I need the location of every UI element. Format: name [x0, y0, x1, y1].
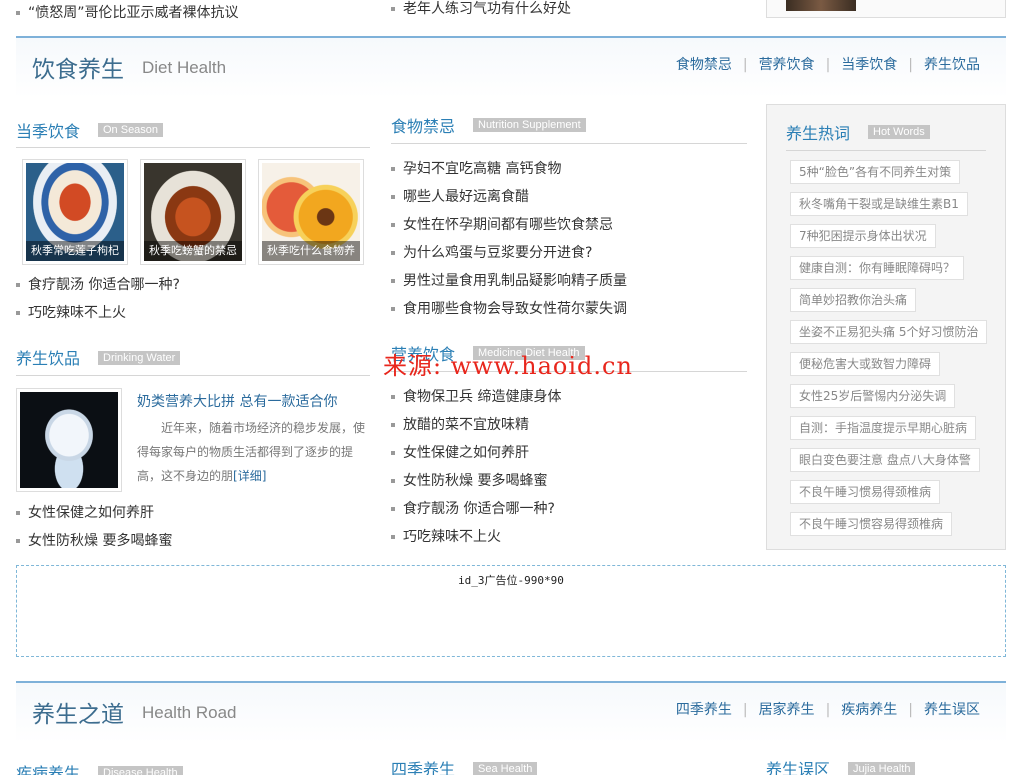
more-link[interactable]: [详细] — [233, 469, 266, 483]
list-item[interactable]: 食疗靓汤 你适合哪一种? — [391, 498, 555, 518]
milk-glass-image — [20, 392, 118, 488]
bullet-icon — [16, 511, 20, 515]
hot-word-chip[interactable]: 坐姿不正易犯头痛 5个好习惯防治 — [790, 320, 988, 344]
top-thumbnail-image[interactable] — [786, 0, 856, 11]
list-item[interactable]: 为什么鸡蛋与豆浆要分开进食? — [391, 242, 592, 262]
source-watermark: 来源: www.haoid.cn — [383, 352, 633, 380]
bullet-icon — [391, 279, 395, 283]
hot-word-chip[interactable]: 女性25岁后警惕内分泌失调 — [790, 384, 956, 408]
list-item[interactable]: 女性保健之如何养肝 — [16, 502, 154, 522]
hot-word-chip[interactable]: 不良午睡习惯易得颈椎病 — [790, 480, 941, 504]
myths-tag: Jujia Health — [848, 762, 916, 775]
season-thumb[interactable]: 秋季常吃莲子枸杞 — [22, 159, 128, 265]
bullet-icon — [391, 479, 395, 483]
list-item[interactable]: 女性在怀孕期间都有哪些饮食禁忌 — [391, 214, 613, 234]
list-item[interactable]: 哪些人最好远离食醋 — [391, 186, 529, 206]
section-title-en: Health Road — [142, 703, 237, 722]
hot-words-tag: Hot Words — [868, 125, 930, 139]
disease-health-tag: Disease Health — [98, 766, 183, 775]
list-item[interactable]: 放醋的菜不宜放味精 — [391, 414, 529, 434]
link-food-taboo[interactable]: 食物禁忌 — [676, 57, 732, 73]
list-item[interactable]: 巧吃辣味不上火 — [391, 526, 501, 546]
list-item[interactable]: 男性过量食用乳制品疑影响精子质量 — [391, 270, 627, 290]
taboo-tag: Nutrition Supplement — [473, 118, 586, 132]
bullet-icon — [391, 7, 395, 11]
top-news-item[interactable]: “愤怒周”哥伦比亚示威者裸体抗议 — [16, 2, 239, 22]
link-four-seasons[interactable]: 四季养生 — [676, 702, 732, 718]
list-item[interactable]: 女性防秋燥 要多喝蜂蜜 — [391, 470, 547, 490]
section-title: 饮食养生 — [32, 57, 124, 83]
hot-word-chip[interactable]: 7种犯困提示身体出状况 — [790, 224, 936, 248]
bullet-icon — [16, 283, 20, 287]
link-home-health[interactable]: 居家养生 — [759, 702, 815, 718]
divider — [16, 147, 370, 148]
hot-word-chip[interactable]: 眼白变色要注意 盘点八大身体警 — [790, 448, 980, 472]
ad-slot[interactable]: id_3广告位-990*90 — [16, 565, 1006, 657]
bullet-icon — [391, 535, 395, 539]
peach-image: 秋季吃什么食物养 — [262, 163, 360, 261]
list-item[interactable]: 巧吃辣味不上火 — [16, 302, 126, 322]
list-item[interactable]: 食用哪些食物会导致女性荷尔蒙失调 — [391, 298, 627, 318]
hot-word-chip[interactable]: 简单妙招教你治头痛 — [790, 288, 917, 312]
list-item[interactable]: 食物保卫兵 缔造健康身体 — [391, 386, 561, 406]
hot-word-chip[interactable]: 秋冬嘴角干裂或是缺维生素B1 — [790, 192, 968, 216]
bullet-icon — [16, 11, 20, 15]
hot-word-chip[interactable]: 自测：手指温度提示早期心脏病 — [790, 416, 977, 440]
list-item[interactable]: 女性防秋燥 要多喝蜂蜜 — [16, 530, 172, 550]
link-health-drinks[interactable]: 养生饮品 — [924, 57, 980, 73]
link-health-myths[interactable]: 养生误区 — [924, 702, 980, 718]
season-health-title[interactable]: 四季养生 — [391, 756, 455, 775]
hot-word-chip[interactable]: 便秘危害大或致智力障碍 — [790, 352, 941, 376]
divider — [391, 143, 747, 144]
lotus-seed-soup-image: 秋季常吃莲子枸杞 — [26, 163, 124, 261]
bullet-icon — [16, 539, 20, 543]
taboo-title[interactable]: 食物禁忌 — [391, 113, 455, 137]
ad-slot-label: id_3广告位-990*90 — [458, 574, 564, 587]
feature-description: 近年来，随着市场经济的稳步发展，使得每家每户的物质生活都得到了逐步的提高，这不身… — [137, 421, 366, 483]
divider — [16, 375, 370, 376]
link-season-diet[interactable]: 当季饮食 — [841, 57, 897, 73]
road-nav-links: 四季养生 | 居家养生 | 疾病养生 | 养生误区 — [675, 702, 980, 718]
hot-word-chip[interactable]: 不良午睡习惯容易得颈椎病 — [790, 512, 953, 536]
health-road-header: 养生之道 Health Road 四季养生 | 居家养生 | 疾病养生 | 养生误区 — [16, 681, 1006, 743]
list-item[interactable]: 孕妇不宜吃高糖 高钙食物 — [391, 158, 561, 178]
bullet-icon — [391, 395, 395, 399]
bullet-icon — [391, 307, 395, 311]
bullet-icon — [391, 251, 395, 255]
diet-nav-links: 食物禁忌 | 营养饮食 | 当季饮食 | 养生饮品 — [675, 57, 980, 73]
milk-thumb[interactable] — [16, 388, 122, 492]
crab-image: 秋季吃螃蟹的禁忌 — [144, 163, 242, 261]
section-title-en: Diet Health — [142, 58, 227, 77]
season-tag: On Season — [98, 123, 164, 137]
bullet-icon — [391, 167, 395, 171]
hot-words-title[interactable]: 养生热词 — [786, 120, 850, 144]
feature-title-link[interactable]: 奶类营养大比拼 总有一款适合你 — [137, 391, 337, 411]
link-nutrition-diet[interactable]: 营养饮食 — [759, 57, 815, 73]
disease-health-title[interactable]: 疾病养生 — [16, 760, 80, 775]
season-thumb[interactable]: 秋季吃什么食物养 — [258, 159, 364, 265]
season-thumb[interactable]: 秋季吃螃蟹的禁忌 — [140, 159, 246, 265]
hot-word-chip[interactable]: 健康自测：你有睡眠障碍吗？ — [790, 256, 965, 280]
myths-title[interactable]: 养生误区 — [766, 756, 830, 775]
season-health-tag: Sea Health — [473, 762, 538, 775]
bullet-icon — [391, 223, 395, 227]
list-item[interactable]: 女性保健之如何养肝 — [391, 442, 529, 462]
bullet-icon — [16, 311, 20, 315]
hot-word-chip[interactable]: 5种“脸色”各有不同养生对策 — [790, 160, 961, 184]
top-news-item[interactable]: 老年人练习气功有什么好处 — [391, 0, 571, 18]
section-title: 养生之道 — [32, 702, 124, 728]
bullet-icon — [391, 451, 395, 455]
list-item[interactable]: 食疗靓汤 你适合哪一种? — [16, 274, 180, 294]
bullet-icon — [391, 507, 395, 511]
bullet-icon — [391, 195, 395, 199]
season-title[interactable]: 当季饮食 — [16, 118, 80, 142]
diet-health-header: 饮食养生 Diet Health 食物禁忌 | 营养饮食 | 当季饮食 | 养生饮品 — [16, 36, 1006, 98]
drink-tag: Drinking Water — [98, 351, 181, 365]
bullet-icon — [391, 423, 395, 427]
link-disease-health[interactable]: 疾病养生 — [841, 702, 897, 718]
divider — [786, 150, 986, 151]
drink-title[interactable]: 养生饮品 — [16, 345, 80, 369]
